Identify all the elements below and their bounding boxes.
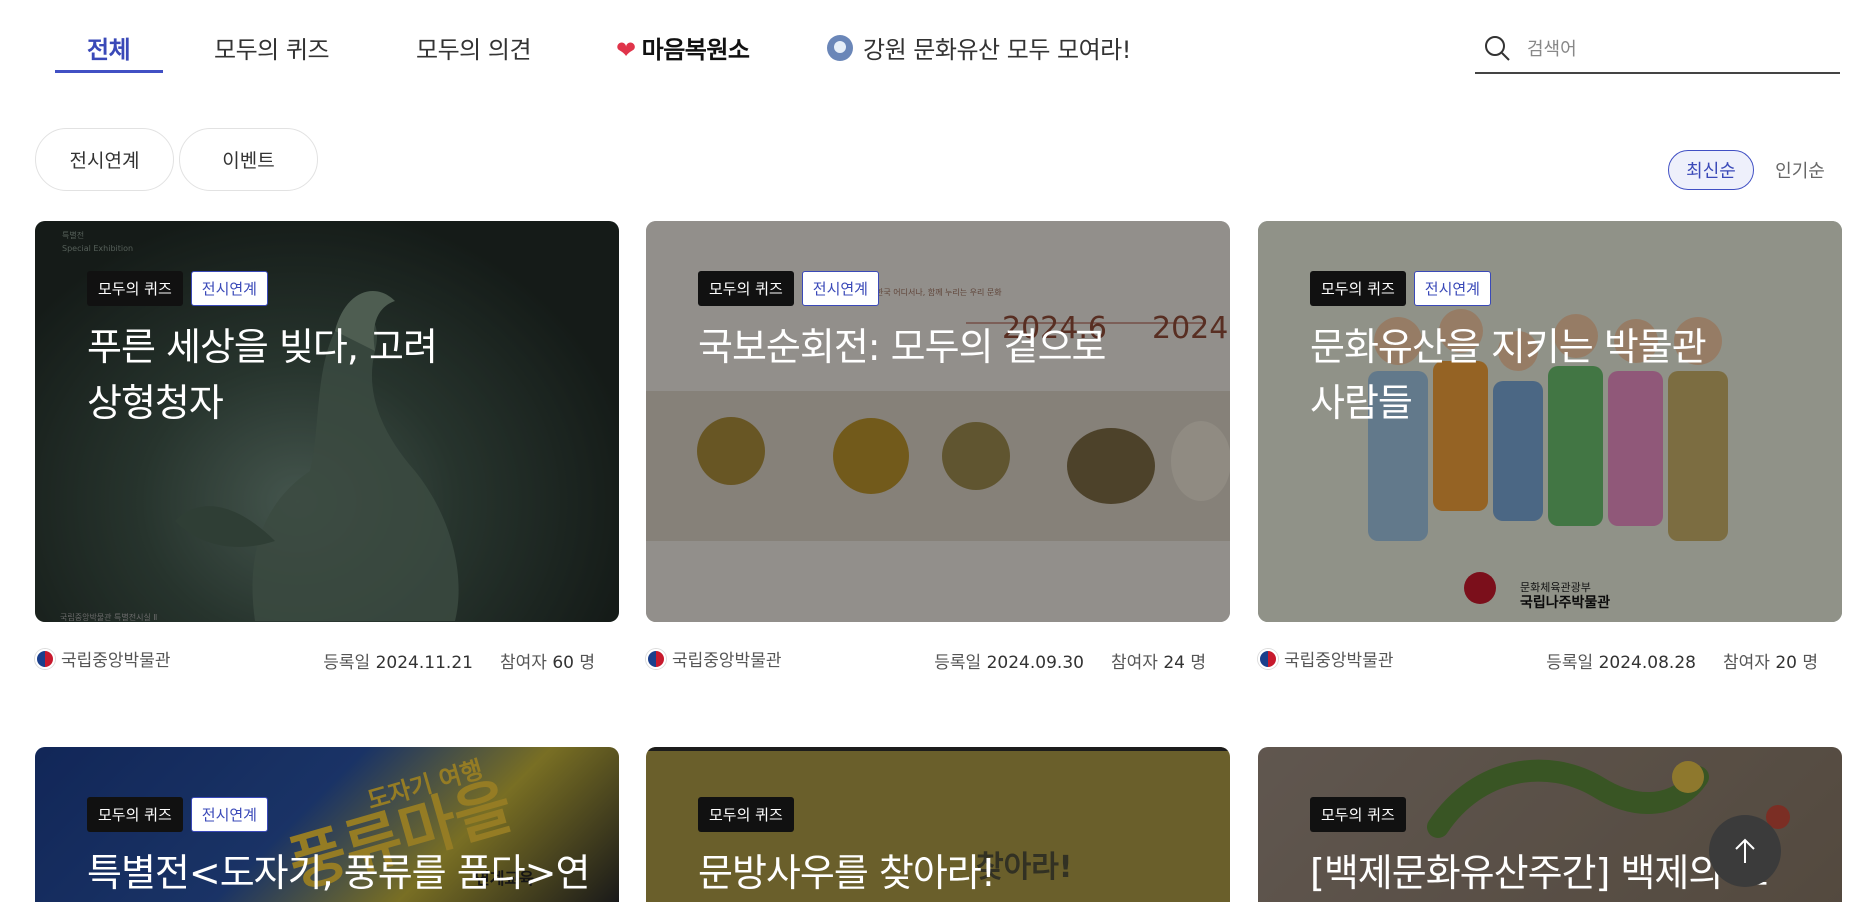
card-title: 푸른 세상을 빚다, 고려 상형청자 bbox=[87, 325, 438, 425]
date-label: 등록일 bbox=[323, 653, 371, 673]
date-label: 등록일 bbox=[1546, 653, 1594, 673]
date-value: 2024.08.28 bbox=[1598, 653, 1696, 673]
category-badge: 전시연계 bbox=[190, 797, 268, 832]
sort-latest[interactable]: 최신순 bbox=[1668, 150, 1754, 190]
tab-maeum-label: 마음복원소 bbox=[641, 36, 750, 64]
tab-gangwon-heritage[interactable]: 강원 문화유산 모두 모여라! bbox=[827, 30, 1131, 65]
sort-popular[interactable]: 인기순 bbox=[1768, 150, 1832, 190]
arrow-up-icon bbox=[1735, 838, 1755, 863]
card-celadon[interactable]: 특별전 Special Exhibition 국립중앙박물관 특별전시실 Ⅱ 모… bbox=[35, 221, 619, 674]
tab-all[interactable]: 전체 bbox=[87, 30, 131, 65]
category-badge: 전시연계 bbox=[1413, 271, 1491, 306]
category-badge: 전시연계 bbox=[801, 271, 879, 306]
quiz-badge: 모두의 퀴즈 bbox=[1310, 271, 1406, 306]
participants-label: 참여자 bbox=[1722, 653, 1770, 673]
card-thumbnail: 문화체육관광부 국립나주박물관 모두의 퀴즈 전시연계 문화유산을 지키는 박물… bbox=[1258, 221, 1842, 622]
quiz-badge: 모두의 퀴즈 bbox=[87, 271, 183, 306]
top-navigation: 전체 모두의 퀴즈 모두의 의견 ❤ 마음복원소 강원 문화유산 모두 모여라! bbox=[0, 0, 1876, 80]
participants-unit: 명 bbox=[1802, 653, 1818, 673]
participants-unit: 명 bbox=[1190, 653, 1206, 673]
card-thumbnail: 도자기 여행 풍류마을 연계교육 모두의 퀴즈 전시연계 특별전<도자기, 풍류… bbox=[35, 747, 619, 902]
card-title: 문화유산을 지키는 박물관 사람들 bbox=[1310, 325, 1707, 425]
org-name: 국립중앙박물관 bbox=[1284, 651, 1394, 671]
date-value: 2024.11.21 bbox=[375, 653, 473, 673]
tab-everyone-quiz[interactable]: 모두의 퀴즈 bbox=[214, 30, 330, 65]
filter-chip-exhibition[interactable]: 전시연계 bbox=[35, 128, 174, 191]
search-box bbox=[1475, 30, 1840, 74]
card-national-treasure[interactable]: 2024.6 2024. 한국 어디서나, 함께 누리는 우리 문화 모두의 퀴… bbox=[646, 221, 1230, 674]
quiz-badge: 모두의 퀴즈 bbox=[1310, 797, 1406, 832]
museum-logo-icon bbox=[35, 648, 55, 669]
search-icon[interactable] bbox=[1483, 34, 1511, 62]
card-title: 특별전<도자기, 풍류를 품다>연 bbox=[87, 851, 590, 895]
quiz-badge: 모두의 퀴즈 bbox=[698, 797, 794, 832]
category-badge: 전시연계 bbox=[190, 271, 268, 306]
tab-maeum-restoration[interactable]: ❤ 마음복원소 bbox=[616, 30, 750, 65]
tab-gangwon-label: 강원 문화유산 모두 모여라! bbox=[863, 36, 1131, 64]
card-thumbnail: 2024.6 2024. 한국 어디서나, 함께 누리는 우리 문화 모두의 퀴… bbox=[646, 221, 1230, 622]
card-museum-people[interactable]: 문화체육관광부 국립나주박물관 모두의 퀴즈 전시연계 문화유산을 지키는 박물… bbox=[1258, 221, 1842, 674]
search-input[interactable] bbox=[1527, 34, 1827, 64]
quiz-badge: 모두의 퀴즈 bbox=[87, 797, 183, 832]
participants-value: 20 bbox=[1775, 653, 1797, 673]
org-name: 국립중앙박물관 bbox=[672, 651, 782, 671]
card-title: 국보순회전: 모두의 곁으로 bbox=[698, 325, 1107, 369]
card-title: 문방사우를 찾아라! bbox=[698, 851, 996, 895]
back-to-top-button[interactable] bbox=[1709, 815, 1781, 887]
card-meta: 등록일 2024.09.30 참여자 24 명 bbox=[934, 648, 1206, 673]
card-thumbnail: 찾아라! 모두의 퀴즈 문방사우를 찾아라! bbox=[646, 747, 1230, 902]
org-name: 국립중앙박물관 bbox=[61, 651, 171, 671]
card-meta: 등록일 2024.08.28 참여자 20 명 bbox=[1546, 648, 1818, 673]
card-meta: 등록일 2024.11.21 참여자 60 명 bbox=[323, 648, 595, 673]
museum-logo-icon bbox=[646, 648, 666, 669]
card-munbang-sau[interactable]: 찾아라! 모두의 퀴즈 문방사우를 찾아라! bbox=[646, 747, 1230, 902]
participants-value: 60 bbox=[552, 653, 574, 673]
participants-value: 24 bbox=[1163, 653, 1185, 673]
quiz-badge: 모두의 퀴즈 bbox=[698, 271, 794, 306]
mascot-icon bbox=[827, 35, 853, 61]
participants-unit: 명 bbox=[579, 653, 595, 673]
active-tab-indicator bbox=[55, 70, 163, 73]
card-thumbnail: 특별전 Special Exhibition 국립중앙박물관 특별전시실 Ⅱ 모… bbox=[35, 221, 619, 622]
broken-heart-icon: ❤ bbox=[616, 36, 636, 64]
participants-label: 참여자 bbox=[499, 653, 547, 673]
date-label: 등록일 bbox=[934, 653, 982, 673]
card-ceramics-pungryu[interactable]: 도자기 여행 풍류마을 연계교육 모두의 퀴즈 전시연계 특별전<도자기, 풍류… bbox=[35, 747, 619, 902]
museum-logo-icon bbox=[1258, 648, 1278, 669]
participants-label: 참여자 bbox=[1110, 653, 1158, 673]
filter-chip-event[interactable]: 이벤트 bbox=[179, 128, 318, 191]
tab-everyone-opinion[interactable]: 모두의 의견 bbox=[416, 30, 532, 65]
date-value: 2024.09.30 bbox=[986, 653, 1084, 673]
